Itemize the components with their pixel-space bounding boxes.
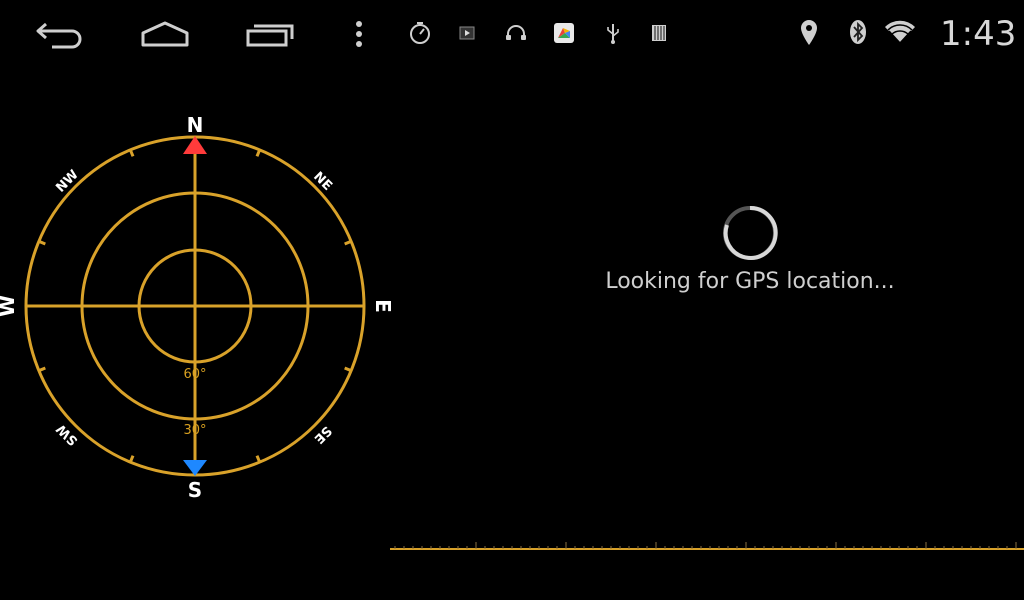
northwest-label: NW xyxy=(53,167,81,195)
elevation-30-label: 30° xyxy=(183,423,206,438)
elevation-60-label: 60° xyxy=(183,367,206,382)
overflow-menu-button[interactable] xyxy=(345,14,373,54)
bluetooth-status xyxy=(844,16,872,48)
southwest-label: SW xyxy=(54,421,81,448)
colorful-app-icon xyxy=(554,23,574,43)
usb-notification[interactable] xyxy=(600,18,626,48)
recent-apps-button[interactable] xyxy=(240,14,300,54)
back-arrow-icon xyxy=(36,22,82,49)
home-icon xyxy=(141,21,189,47)
south-label: S xyxy=(188,478,202,502)
overflow-menu-icon xyxy=(356,21,362,47)
headphones-icon xyxy=(506,25,526,40)
wifi-status xyxy=(880,16,920,48)
north-label: N xyxy=(187,113,204,137)
gps-status-panel: Looking for GPS location... xyxy=(560,205,940,315)
location-pin-icon xyxy=(801,20,817,45)
stopwatch-notification[interactable] xyxy=(405,18,435,48)
usb-icon xyxy=(607,24,619,44)
wifi-icon xyxy=(885,20,915,44)
bluetooth-icon xyxy=(850,20,866,44)
play-icon xyxy=(459,26,475,40)
back-button[interactable] xyxy=(30,14,90,54)
location-status xyxy=(795,16,823,48)
east-label: E xyxy=(371,299,395,313)
west-label: W xyxy=(0,295,19,317)
app-notification[interactable] xyxy=(550,18,578,48)
status-bar: 1:43 xyxy=(0,0,1024,66)
clock: 1:43 xyxy=(940,14,1017,54)
satellite-compass: N S E W NE NW SE SW 60° 30° xyxy=(0,100,400,520)
headphones-notification[interactable] xyxy=(502,18,530,48)
loading-spinner-icon xyxy=(723,205,778,260)
home-button[interactable] xyxy=(135,14,195,54)
media-notification[interactable] xyxy=(455,18,479,48)
sd-card-icon xyxy=(652,25,666,41)
sd-card-notification[interactable] xyxy=(646,18,672,48)
northeast-label: NE xyxy=(310,169,335,194)
signal-strength-bar xyxy=(390,542,1024,550)
stopwatch-icon xyxy=(410,22,430,44)
recent-apps-icon xyxy=(246,24,294,47)
gps-status-text: Looking for GPS location... xyxy=(605,269,895,294)
